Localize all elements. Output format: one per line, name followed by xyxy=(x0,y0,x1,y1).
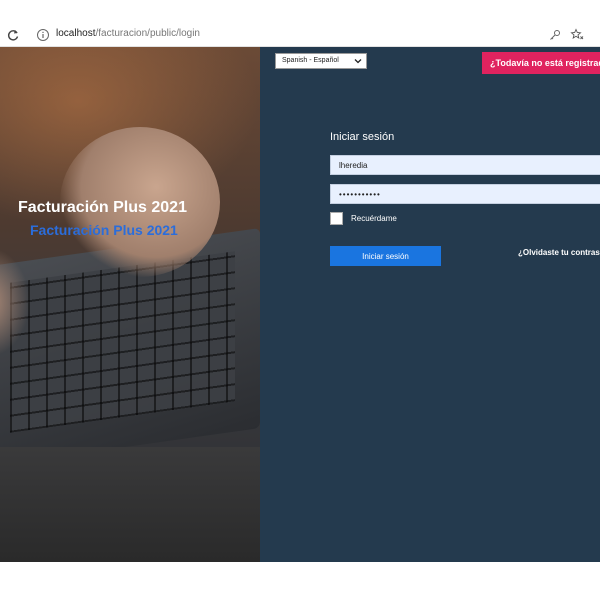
reload-icon[interactable] xyxy=(6,28,20,42)
language-select-value: Spanish - Español xyxy=(282,57,339,64)
login-panel: Spanish - Español ¿Todavía no está regis… xyxy=(260,47,600,562)
remember-me-checkbox[interactable] xyxy=(330,212,343,225)
key-icon[interactable] xyxy=(548,28,562,42)
login-heading: Iniciar sesión xyxy=(330,131,395,143)
login-button[interactable]: Iniciar sesión xyxy=(330,246,441,266)
remember-me-label[interactable]: Recuérdame xyxy=(351,214,397,223)
url-path: /facturacion/public/login xyxy=(95,28,200,39)
favorites-star-icon[interactable] xyxy=(570,28,584,42)
keyboard-image xyxy=(10,251,235,433)
language-select[interactable]: Spanish - Español xyxy=(275,53,367,69)
hero-title: Facturación Plus 2021 xyxy=(18,199,187,216)
page-bottom-blank xyxy=(0,562,600,600)
desk-surface xyxy=(0,447,260,562)
page-viewport: Facturación Plus 2021 Facturación Plus 2… xyxy=(0,47,600,562)
info-icon[interactable] xyxy=(36,28,50,42)
username-field[interactable]: lheredia xyxy=(330,155,600,175)
forgot-password-link[interactable]: ¿Olvidaste tu contraseña? xyxy=(518,248,600,257)
url-host: localhost xyxy=(56,28,96,39)
hero-image-panel: Facturación Plus 2021 Facturación Plus 2… xyxy=(0,47,260,562)
browser-address-bar: localhost/facturacion/public/login xyxy=(0,24,600,47)
register-button[interactable]: ¿Todavía no está registrado? xyxy=(482,52,600,74)
chevron-down-icon xyxy=(354,59,362,64)
password-field[interactable]: ••••••••••• xyxy=(330,184,600,204)
url-field[interactable]: localhost/facturacion/public/login xyxy=(56,28,200,39)
hero-subtitle: Facturación Plus 2021 xyxy=(30,222,178,238)
